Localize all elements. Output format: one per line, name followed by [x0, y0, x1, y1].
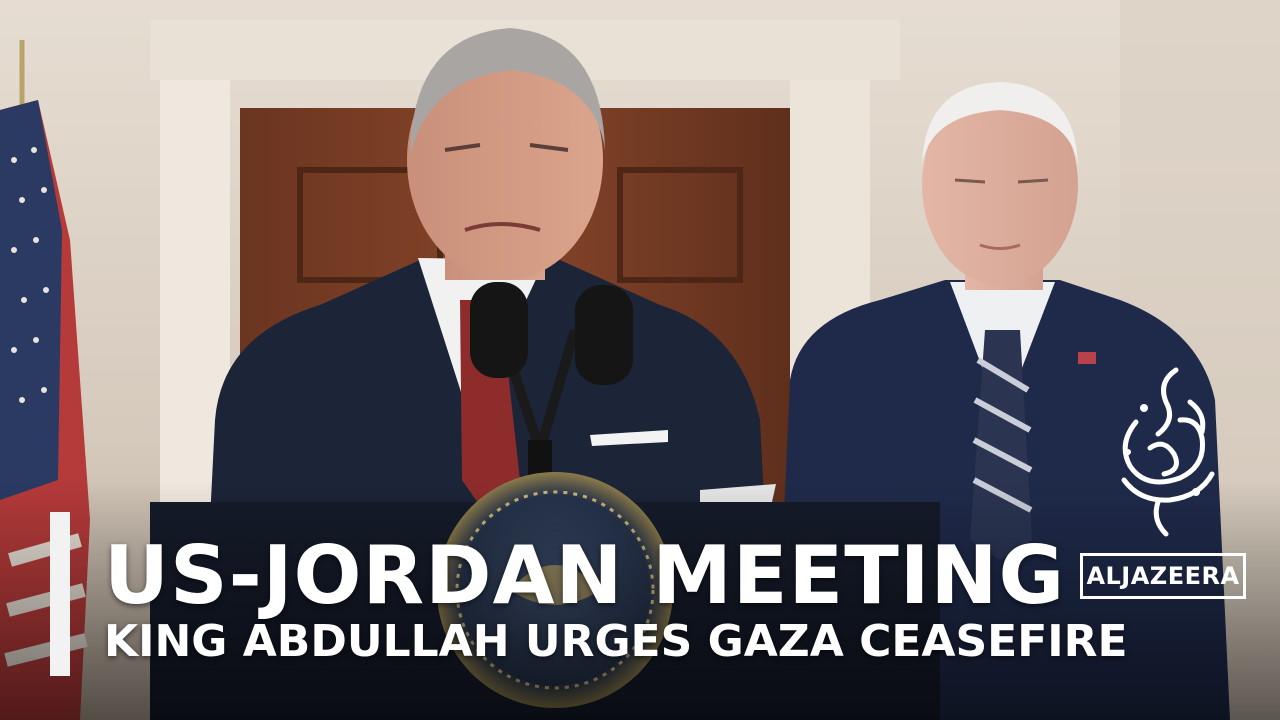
subheadline: KING ABDULLAH URGES GAZA CEASEFIRE [104, 616, 1128, 667]
al-jazeera-wordmark: ALJAZEERA [1080, 553, 1246, 599]
al-jazeera-calligraphy-icon [1121, 367, 1215, 537]
headline: US-JORDAN MEETING [104, 529, 1066, 622]
headline-accent-bar [50, 512, 70, 676]
